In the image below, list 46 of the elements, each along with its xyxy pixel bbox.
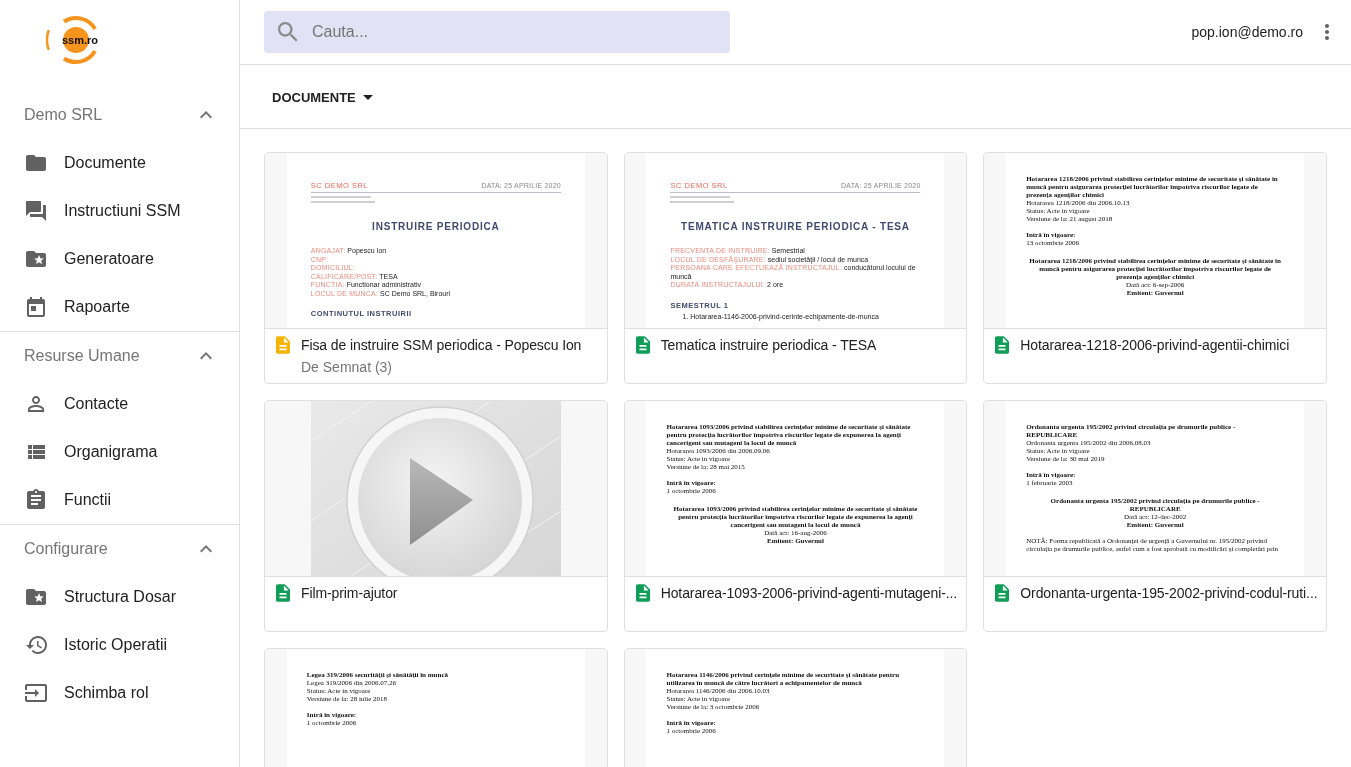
sidebar-item[interactable]: Structura Dosar bbox=[0, 573, 239, 621]
view-dropdown[interactable]: DOCUMENTE bbox=[264, 79, 382, 115]
document-card[interactable]: Film-prim-ajutor bbox=[264, 400, 608, 632]
document-card[interactable] bbox=[983, 400, 1327, 632]
document-title: Fisa de instruire SSM periodica - Popescu Ion bbox=[301, 336, 583, 355]
sidebar-item[interactable]: Contacte bbox=[0, 380, 239, 428]
user-email: pop.ion@demo.ro bbox=[1191, 24, 1303, 40]
document-card[interactable] bbox=[264, 152, 608, 384]
caret-icon bbox=[362, 94, 373, 100]
folder-icon bbox=[26, 155, 46, 171]
star-folder-icon bbox=[26, 251, 46, 267]
document-heading: TEMATICA INSTRUIRE PERIODICA - TESA bbox=[680, 221, 911, 233]
document-card[interactable] bbox=[623, 400, 968, 632]
small-print-drawing bbox=[670, 196, 735, 203]
document-heading: INSTRUIRE PERIODICA bbox=[371, 221, 501, 233]
section-header[interactable]: Resurse Umane bbox=[0, 332, 239, 380]
calendar-icon bbox=[27, 297, 45, 317]
document-title: Tematica instruire periodica - TESA bbox=[660, 336, 878, 355]
document-title: Hotararea-1218-2006-privind-agentii-chimici bbox=[1020, 336, 1291, 355]
sidebar-item[interactable]: Istoric Operatii bbox=[0, 621, 239, 669]
sidebar-item[interactable]: Generatoare bbox=[0, 235, 239, 283]
section-header[interactable]: Demo SRL bbox=[0, 91, 239, 139]
clipboard-icon bbox=[27, 489, 45, 511]
history-icon bbox=[25, 636, 47, 654]
more-icon[interactable] bbox=[1325, 24, 1329, 40]
sidebar-item[interactable]: Documente bbox=[0, 139, 239, 187]
arrow-into-box-icon bbox=[25, 684, 47, 702]
sidebar-item[interactable]: Functii bbox=[0, 476, 239, 524]
document-card[interactable] bbox=[983, 152, 1327, 384]
list-icon bbox=[27, 445, 45, 459]
sidebar-item[interactable]: Instructiuni SSM bbox=[0, 187, 239, 235]
sidebar-item[interactable]: Rapoarte bbox=[0, 283, 239, 331]
document-card[interactable] bbox=[623, 152, 968, 384]
section-header[interactable]: Configurare bbox=[0, 525, 239, 573]
search-field[interactable]: Cauta... bbox=[264, 11, 730, 53]
document-title: Hotararea-1093-2006-privind-agenti-mutageni-... bbox=[660, 584, 959, 603]
chat-icon bbox=[26, 201, 46, 221]
sidebar-item[interactable]: Schimba rol bbox=[0, 669, 239, 717]
person-icon bbox=[28, 396, 44, 412]
small-print-drawing bbox=[310, 196, 375, 203]
star-folder-icon bbox=[26, 589, 46, 605]
document-title: Ordonanta-urgenta-195-2002-privind-codul-ruti... bbox=[1020, 584, 1319, 603]
sidebar-item[interactable]: Organigrama bbox=[0, 428, 239, 476]
logo-icon bbox=[46, 15, 99, 66]
document-title: Film-prim-ajutor bbox=[301, 584, 399, 603]
status-text: De Semnat (3) bbox=[301, 358, 394, 377]
